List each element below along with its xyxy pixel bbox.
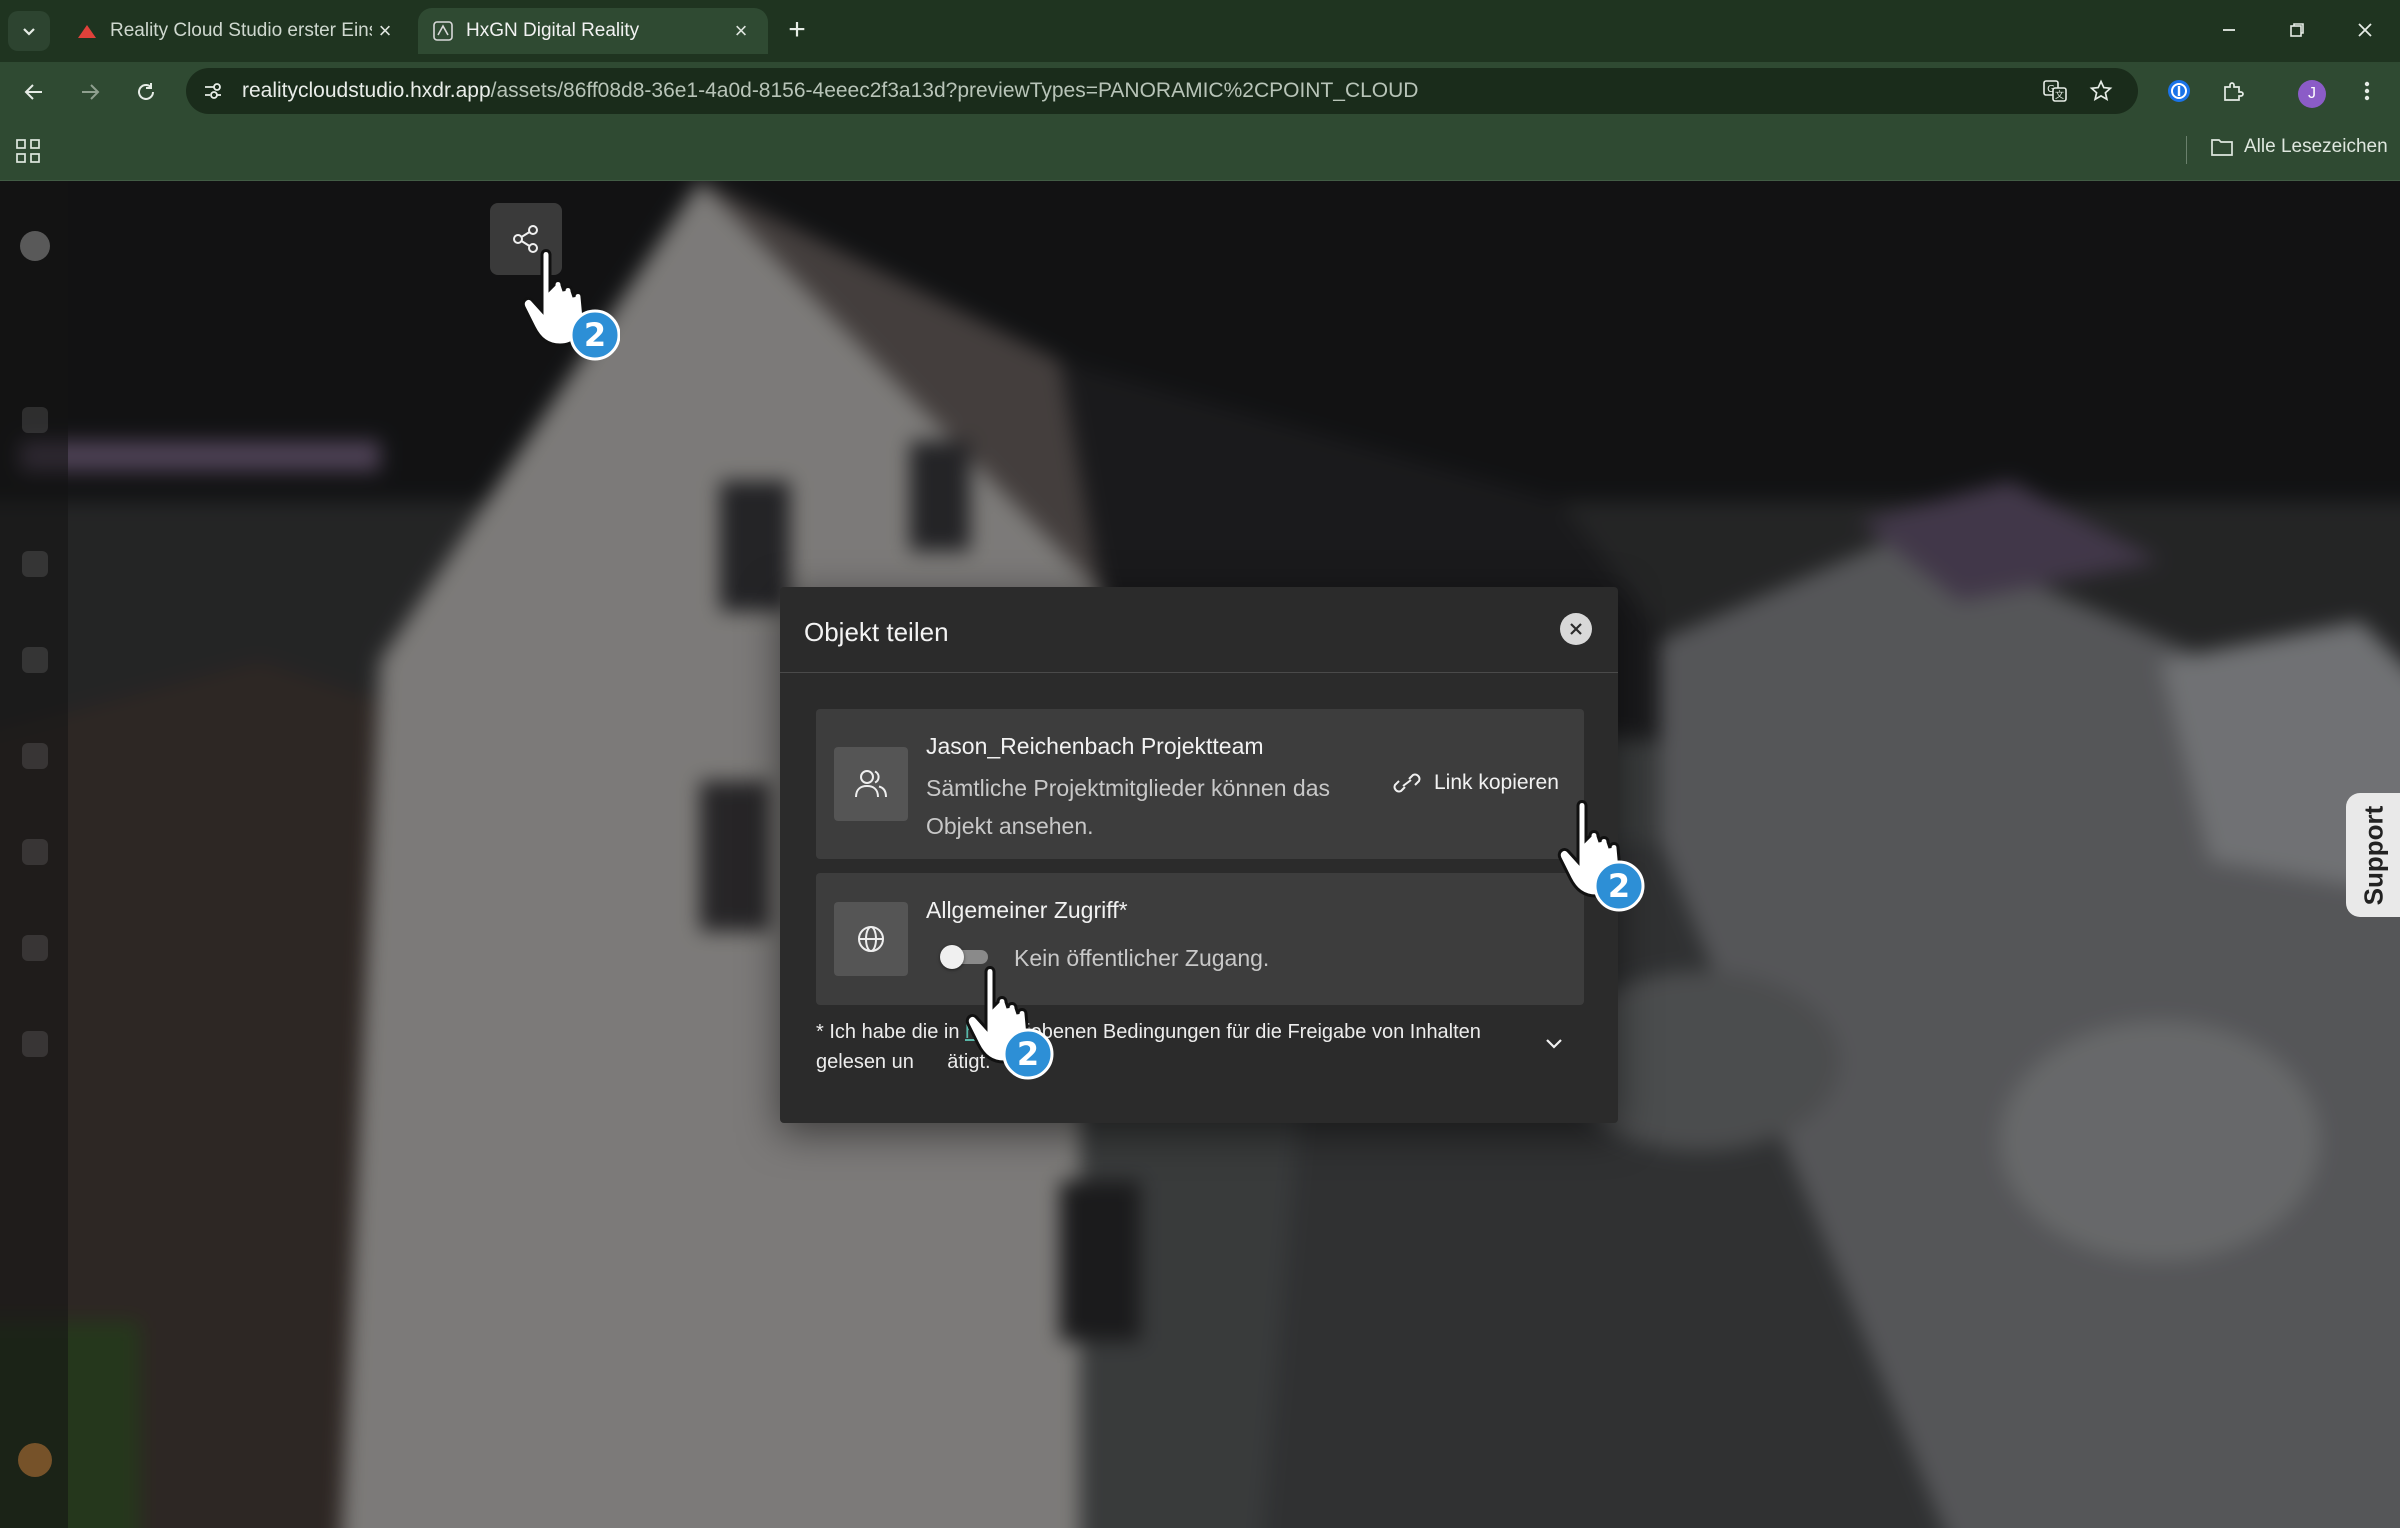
browser-tab-bar: Reality Cloud Studio erster Einst × HxGN… xyxy=(0,0,2400,62)
translate-icon[interactable]: G文 xyxy=(2040,76,2070,106)
tool-icon[interactable] xyxy=(22,407,48,433)
project-team-title: Jason_Reichenbach Projektteam xyxy=(926,733,1264,759)
tool-icon[interactable] xyxy=(22,1031,48,1057)
url-path: /assets/86ff08d8-36e1-4a0d-8156-4eeec2f3… xyxy=(490,79,1419,102)
new-tab-button[interactable]: + xyxy=(780,14,814,48)
arrow-left-icon xyxy=(24,84,42,100)
all-bookmarks-label: Alle Lesezeichen xyxy=(2244,136,2388,157)
extensions-puzzle-icon[interactable] xyxy=(2216,74,2250,108)
tool-icon[interactable] xyxy=(22,551,48,577)
reload-button[interactable] xyxy=(126,72,166,112)
red-triangle-icon xyxy=(76,20,98,42)
terms-notice: * Ich habe die in h chriebenen Bedingung… xyxy=(816,1017,1496,1077)
share-object-dialog: Objekt teilen Jason_Reichenbach Projektt… xyxy=(780,587,1618,1123)
tool-icon[interactable] xyxy=(22,935,48,961)
step-badge-number: 2 xyxy=(1608,867,1630,905)
minimize-window-button[interactable] xyxy=(2194,10,2264,50)
restore-window-button[interactable] xyxy=(2262,10,2332,50)
browser-menu-icon[interactable] xyxy=(2350,74,2384,108)
close-tab-icon[interactable]: × xyxy=(372,18,398,44)
close-window-button[interactable] xyxy=(2330,10,2400,50)
tab-title: HxGN Digital Reality xyxy=(466,20,640,41)
close-icon xyxy=(2358,23,2372,37)
tab-reality-cloud-studio[interactable]: Reality Cloud Studio erster Einst × xyxy=(62,8,412,54)
tool-icon[interactable] xyxy=(22,647,48,673)
dialog-close-button[interactable] xyxy=(1560,613,1592,645)
support-tab[interactable]: Support xyxy=(2346,793,2400,917)
url-text: realitycloudstudio.hxdr.app/assets/86ff0… xyxy=(242,79,1418,103)
tool-icon[interactable] xyxy=(22,839,48,865)
all-bookmarks-button[interactable]: Alle Lesezeichen xyxy=(2210,136,2388,158)
dialog-title: Objekt teilen xyxy=(804,617,949,647)
bookmarks-bar: Alle Lesezeichen xyxy=(0,120,2400,181)
bookmarks-divider xyxy=(2186,136,2187,164)
general-access-card: Allgemeiner Zugriff* Kein öffentlicher Z… xyxy=(816,873,1584,1005)
link-icon xyxy=(1393,773,1421,793)
tutorial-pointer-hand-icon: 2 xyxy=(521,249,620,361)
terms-expand-button[interactable] xyxy=(1536,1025,1572,1061)
forward-button[interactable] xyxy=(70,72,110,112)
restore-icon xyxy=(2290,23,2304,37)
user-avatar-icon[interactable] xyxy=(18,1443,52,1477)
password-manager-icon[interactable] xyxy=(2162,74,2196,108)
users-icon xyxy=(834,747,908,821)
close-icon xyxy=(1570,623,1582,635)
globe-icon xyxy=(834,902,908,976)
svg-text:文: 文 xyxy=(2055,89,2064,101)
project-team-card: Jason_Reichenbach Projektteam Sämtliche … xyxy=(816,709,1584,859)
hxgn-logo-icon xyxy=(432,20,454,42)
tutorial-pointer-hand-icon: 2 xyxy=(1557,800,1645,912)
tab-title: Reality Cloud Studio erster Einst xyxy=(110,20,372,41)
support-label: Support xyxy=(2358,805,2389,905)
url-host: realitycloudstudio.hxdr.app xyxy=(242,79,491,102)
back-button[interactable] xyxy=(14,72,54,112)
browser-toolbar: realitycloudstudio.hxdr.app/assets/86ff0… xyxy=(0,62,2400,120)
chevron-down-icon xyxy=(1546,1039,1562,1049)
step-badge-number: 2 xyxy=(1017,1035,1039,1073)
bookmark-star-icon[interactable] xyxy=(2086,76,2116,106)
apps-grid-icon[interactable] xyxy=(14,137,42,165)
dialog-divider xyxy=(780,672,1618,673)
tutorial-pointer-hand-icon: 2 xyxy=(965,966,1054,1080)
folder-icon xyxy=(2211,139,2233,156)
app-logo-icon[interactable] xyxy=(20,231,50,261)
copy-link-label: Link kopieren xyxy=(1434,771,1559,794)
copy-link-button[interactable]: Link kopieren xyxy=(1392,771,1559,795)
site-settings-icon[interactable] xyxy=(198,76,228,106)
close-tab-icon[interactable]: × xyxy=(728,18,754,44)
terms-prefix: * Ich habe die in xyxy=(816,1021,965,1043)
general-access-title: Allgemeiner Zugriff* xyxy=(926,897,1128,923)
left-toolbar xyxy=(0,181,68,1528)
minimize-icon xyxy=(2223,29,2235,31)
address-bar[interactable]: realitycloudstudio.hxdr.app/assets/86ff0… xyxy=(186,68,2138,114)
step-badge-number: 2 xyxy=(584,316,606,354)
reload-icon xyxy=(138,83,154,100)
arrow-right-icon xyxy=(82,84,100,100)
toggle-knob xyxy=(940,945,964,969)
chevron-down-icon xyxy=(23,28,35,36)
tab-hxgn-digital-reality[interactable]: HxGN Digital Reality × xyxy=(418,8,768,54)
tool-icon[interactable] xyxy=(22,743,48,769)
tab-search-button[interactable] xyxy=(8,11,50,51)
profile-avatar[interactable]: J xyxy=(2298,80,2326,108)
project-team-description: Sämtliche Projektmitglieder können das O… xyxy=(926,775,1330,839)
